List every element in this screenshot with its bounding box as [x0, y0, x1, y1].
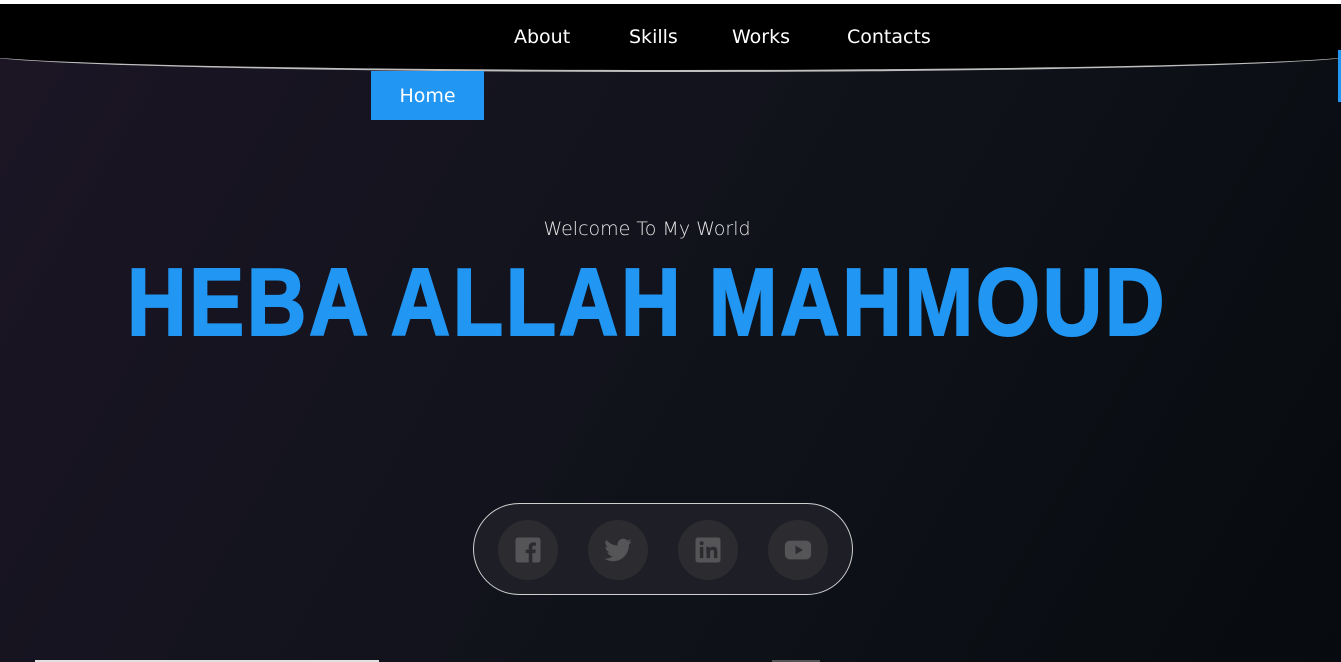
- nav-works-link[interactable]: Works: [732, 26, 790, 48]
- youtube-icon: [784, 540, 812, 560]
- hero-name: HEBA ALLAH MAHMOUD: [126, 248, 1168, 357]
- youtube-button[interactable]: [768, 520, 828, 580]
- home-button[interactable]: Home: [371, 71, 484, 120]
- social-links-bar: [473, 503, 853, 595]
- linkedin-button[interactable]: [678, 520, 738, 580]
- twitter-icon: [604, 538, 632, 562]
- linkedin-icon: [695, 537, 721, 563]
- facebook-button[interactable]: [498, 520, 558, 580]
- welcome-text: Welcome To My World: [543, 218, 751, 240]
- nav-skills-link[interactable]: Skills: [629, 26, 678, 48]
- facebook-icon: [515, 537, 541, 563]
- nav-about-link[interactable]: About: [514, 26, 570, 48]
- twitter-button[interactable]: [588, 520, 648, 580]
- nav-contacts-link[interactable]: Contacts: [847, 26, 931, 48]
